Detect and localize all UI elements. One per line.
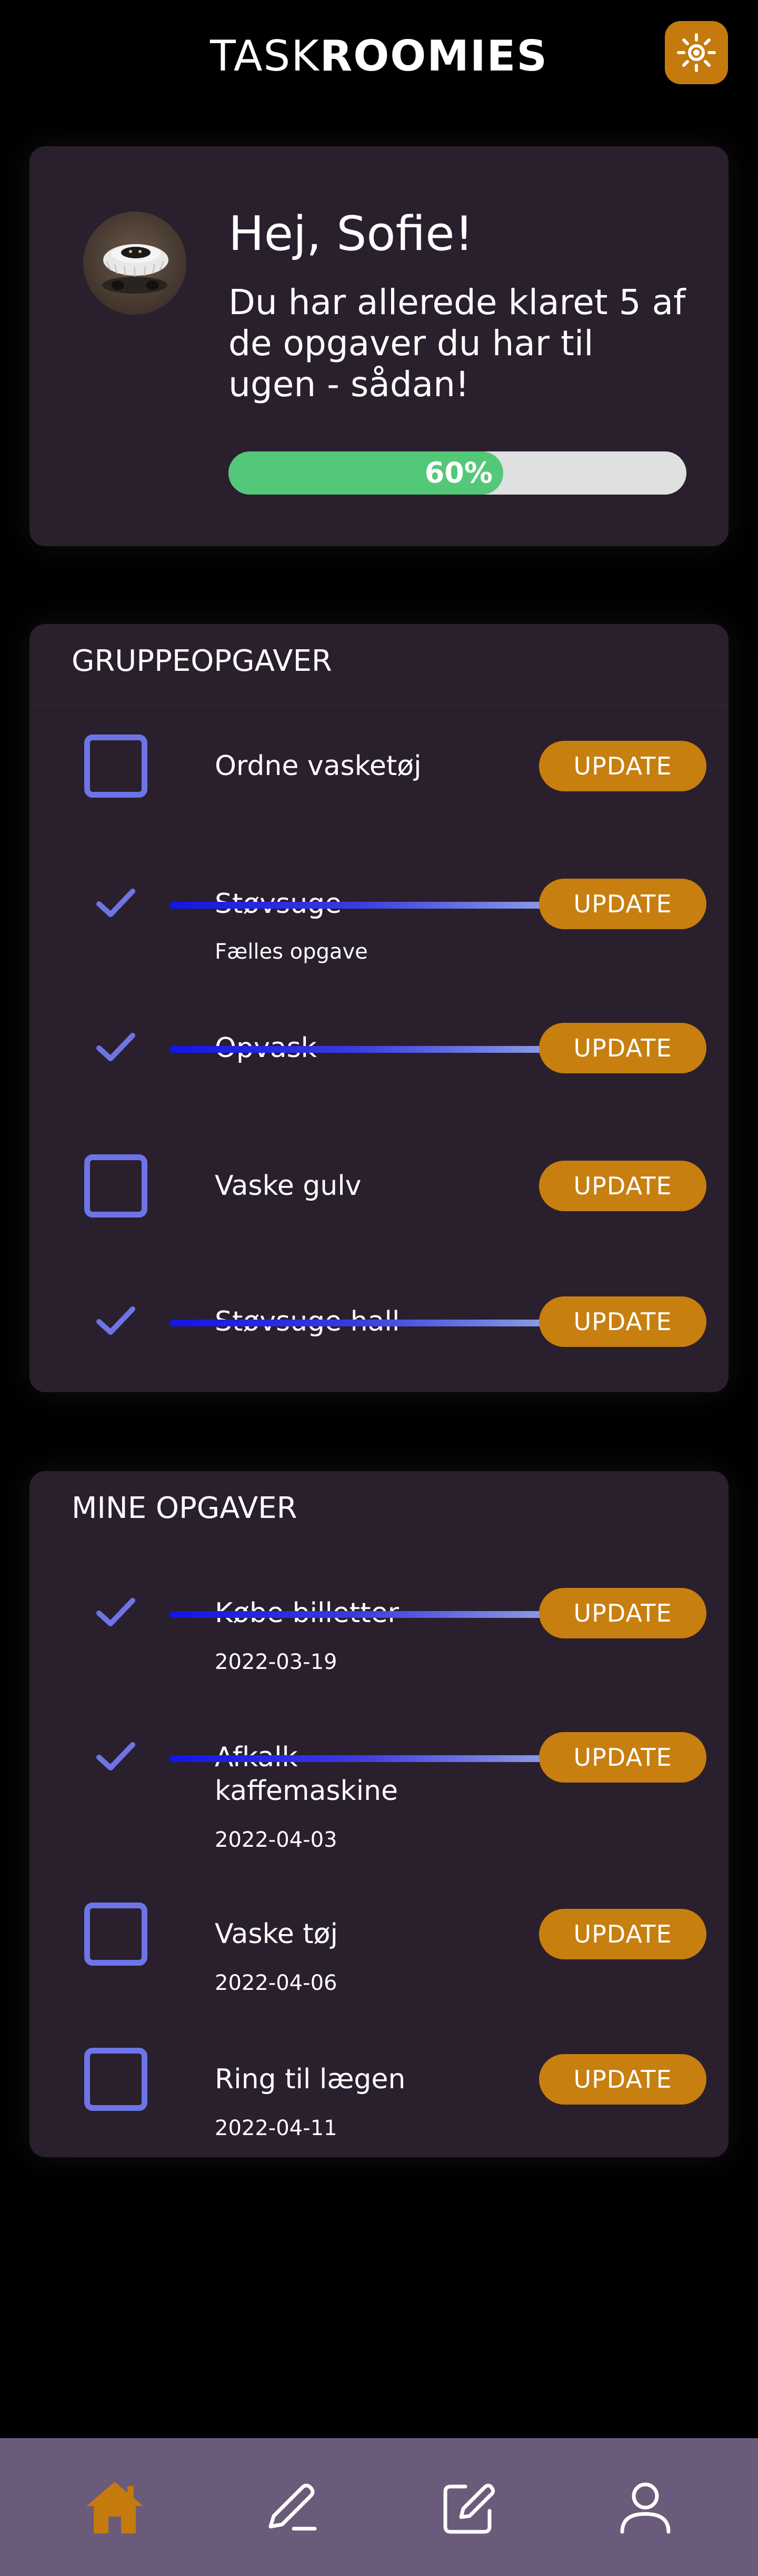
update-button[interactable]: UPDATE	[539, 2054, 706, 2105]
theme-toggle-button[interactable]	[665, 21, 728, 84]
task-title: Afkalk kaffemaskine	[215, 1742, 398, 1807]
avatar-image	[102, 244, 168, 294]
update-button[interactable]: UPDATE	[539, 1161, 706, 1211]
task-checkbox[interactable]	[84, 1154, 147, 1217]
task-date: 2022-03-19	[215, 1650, 337, 1674]
task-row: Vaske tøj UPDATE 2022-04-06	[29, 1892, 729, 1995]
task-row: Støvsuge hall UPDATE	[29, 1280, 729, 1364]
task-date: 2022-04-11	[215, 2116, 337, 2140]
task-date: 2022-04-03	[215, 1828, 337, 1852]
progress-label: 60%	[424, 456, 493, 489]
pen-icon	[268, 2483, 317, 2531]
weekly-progress-bar: 60%	[228, 451, 686, 495]
welcome-card: Hej, Sofie! Du har allerede klaret 5 af …	[29, 146, 729, 546]
update-button[interactable]: UPDATE	[539, 1732, 706, 1783]
task-subtitle: Fælles opgave	[215, 940, 368, 964]
update-button[interactable]: UPDATE	[539, 879, 706, 929]
task-row: Opvask UPDATE	[29, 1006, 729, 1090]
my-tasks-card: MINE OPGAVER Købe billetter UPDATE 2022-…	[29, 1471, 729, 2157]
task-title: Vaske gulv	[215, 1170, 362, 1202]
divider	[29, 705, 729, 706]
checkmark-icon	[96, 1742, 135, 1770]
checkmark-icon	[96, 1033, 135, 1061]
edit-square-icon	[443, 2483, 495, 2534]
greeting-heading: Hej, Sofie!	[228, 206, 474, 261]
sun-icon	[677, 33, 716, 72]
logo-bold-text: ROOMIES	[320, 32, 548, 80]
task-row: Vaske gulv UPDATE	[29, 1144, 729, 1228]
app-logo: TASKROOMIES	[0, 33, 758, 80]
group-tasks-card: GRUPPEOPGAVER Ordne vasketøj UPDATE Støv…	[29, 624, 729, 1392]
nav-home[interactable]	[78, 2471, 152, 2544]
nav-write[interactable]	[255, 2471, 328, 2544]
task-title: Ordne vasketøj	[215, 750, 422, 782]
update-button[interactable]: UPDATE	[539, 1023, 706, 1073]
nav-edit[interactable]	[431, 2471, 504, 2544]
home-icon	[86, 2482, 143, 2533]
user-icon	[620, 2482, 671, 2534]
task-checkbox[interactable]	[84, 1903, 147, 1966]
task-row: Ordne vasketøj UPDATE	[29, 724, 729, 808]
task-checkbox[interactable]	[84, 2048, 147, 2111]
checkmark-icon	[96, 1598, 135, 1626]
task-checkbox[interactable]	[84, 734, 147, 798]
task-row: Støvsuge UPDATE Fælles opgave	[29, 862, 729, 964]
app-header: TASKROOMIES	[0, 0, 758, 110]
task-row: Købe billetter UPDATE 2022-03-19	[29, 1571, 729, 1674]
task-row: Afkalk kaffemaskine UPDATE 2022-04-03	[29, 1715, 729, 1852]
logo-light-text: TASK	[210, 32, 320, 80]
task-title: Ring til lægen	[215, 2064, 406, 2095]
strikethrough-line	[169, 1611, 585, 1618]
progress-fill: 60%	[228, 451, 503, 495]
update-button[interactable]: UPDATE	[539, 741, 706, 791]
strikethrough-line	[169, 1755, 585, 1762]
update-button[interactable]: UPDATE	[539, 1909, 706, 1959]
update-button[interactable]: UPDATE	[539, 1588, 706, 1638]
bottom-nav	[0, 2438, 758, 2576]
section-title: GRUPPEOPGAVER	[72, 644, 332, 678]
strikethrough-line	[169, 1320, 585, 1326]
strikethrough-line	[169, 1046, 585, 1053]
task-title: Vaske tøj	[215, 1918, 338, 1950]
welcome-message: Du har allerede klaret 5 af de opgaver d…	[228, 282, 686, 405]
strikethrough-line	[169, 902, 585, 909]
checkmark-icon	[96, 1306, 135, 1335]
task-row: Ring til lægen UPDATE 2022-04-11	[29, 2037, 729, 2140]
nav-profile[interactable]	[609, 2471, 682, 2544]
avatar	[83, 212, 186, 315]
update-button[interactable]: UPDATE	[539, 1296, 706, 1347]
checkmark-icon	[96, 889, 135, 917]
section-title: MINE OPGAVER	[72, 1491, 297, 1525]
task-date: 2022-04-06	[215, 1971, 337, 1995]
